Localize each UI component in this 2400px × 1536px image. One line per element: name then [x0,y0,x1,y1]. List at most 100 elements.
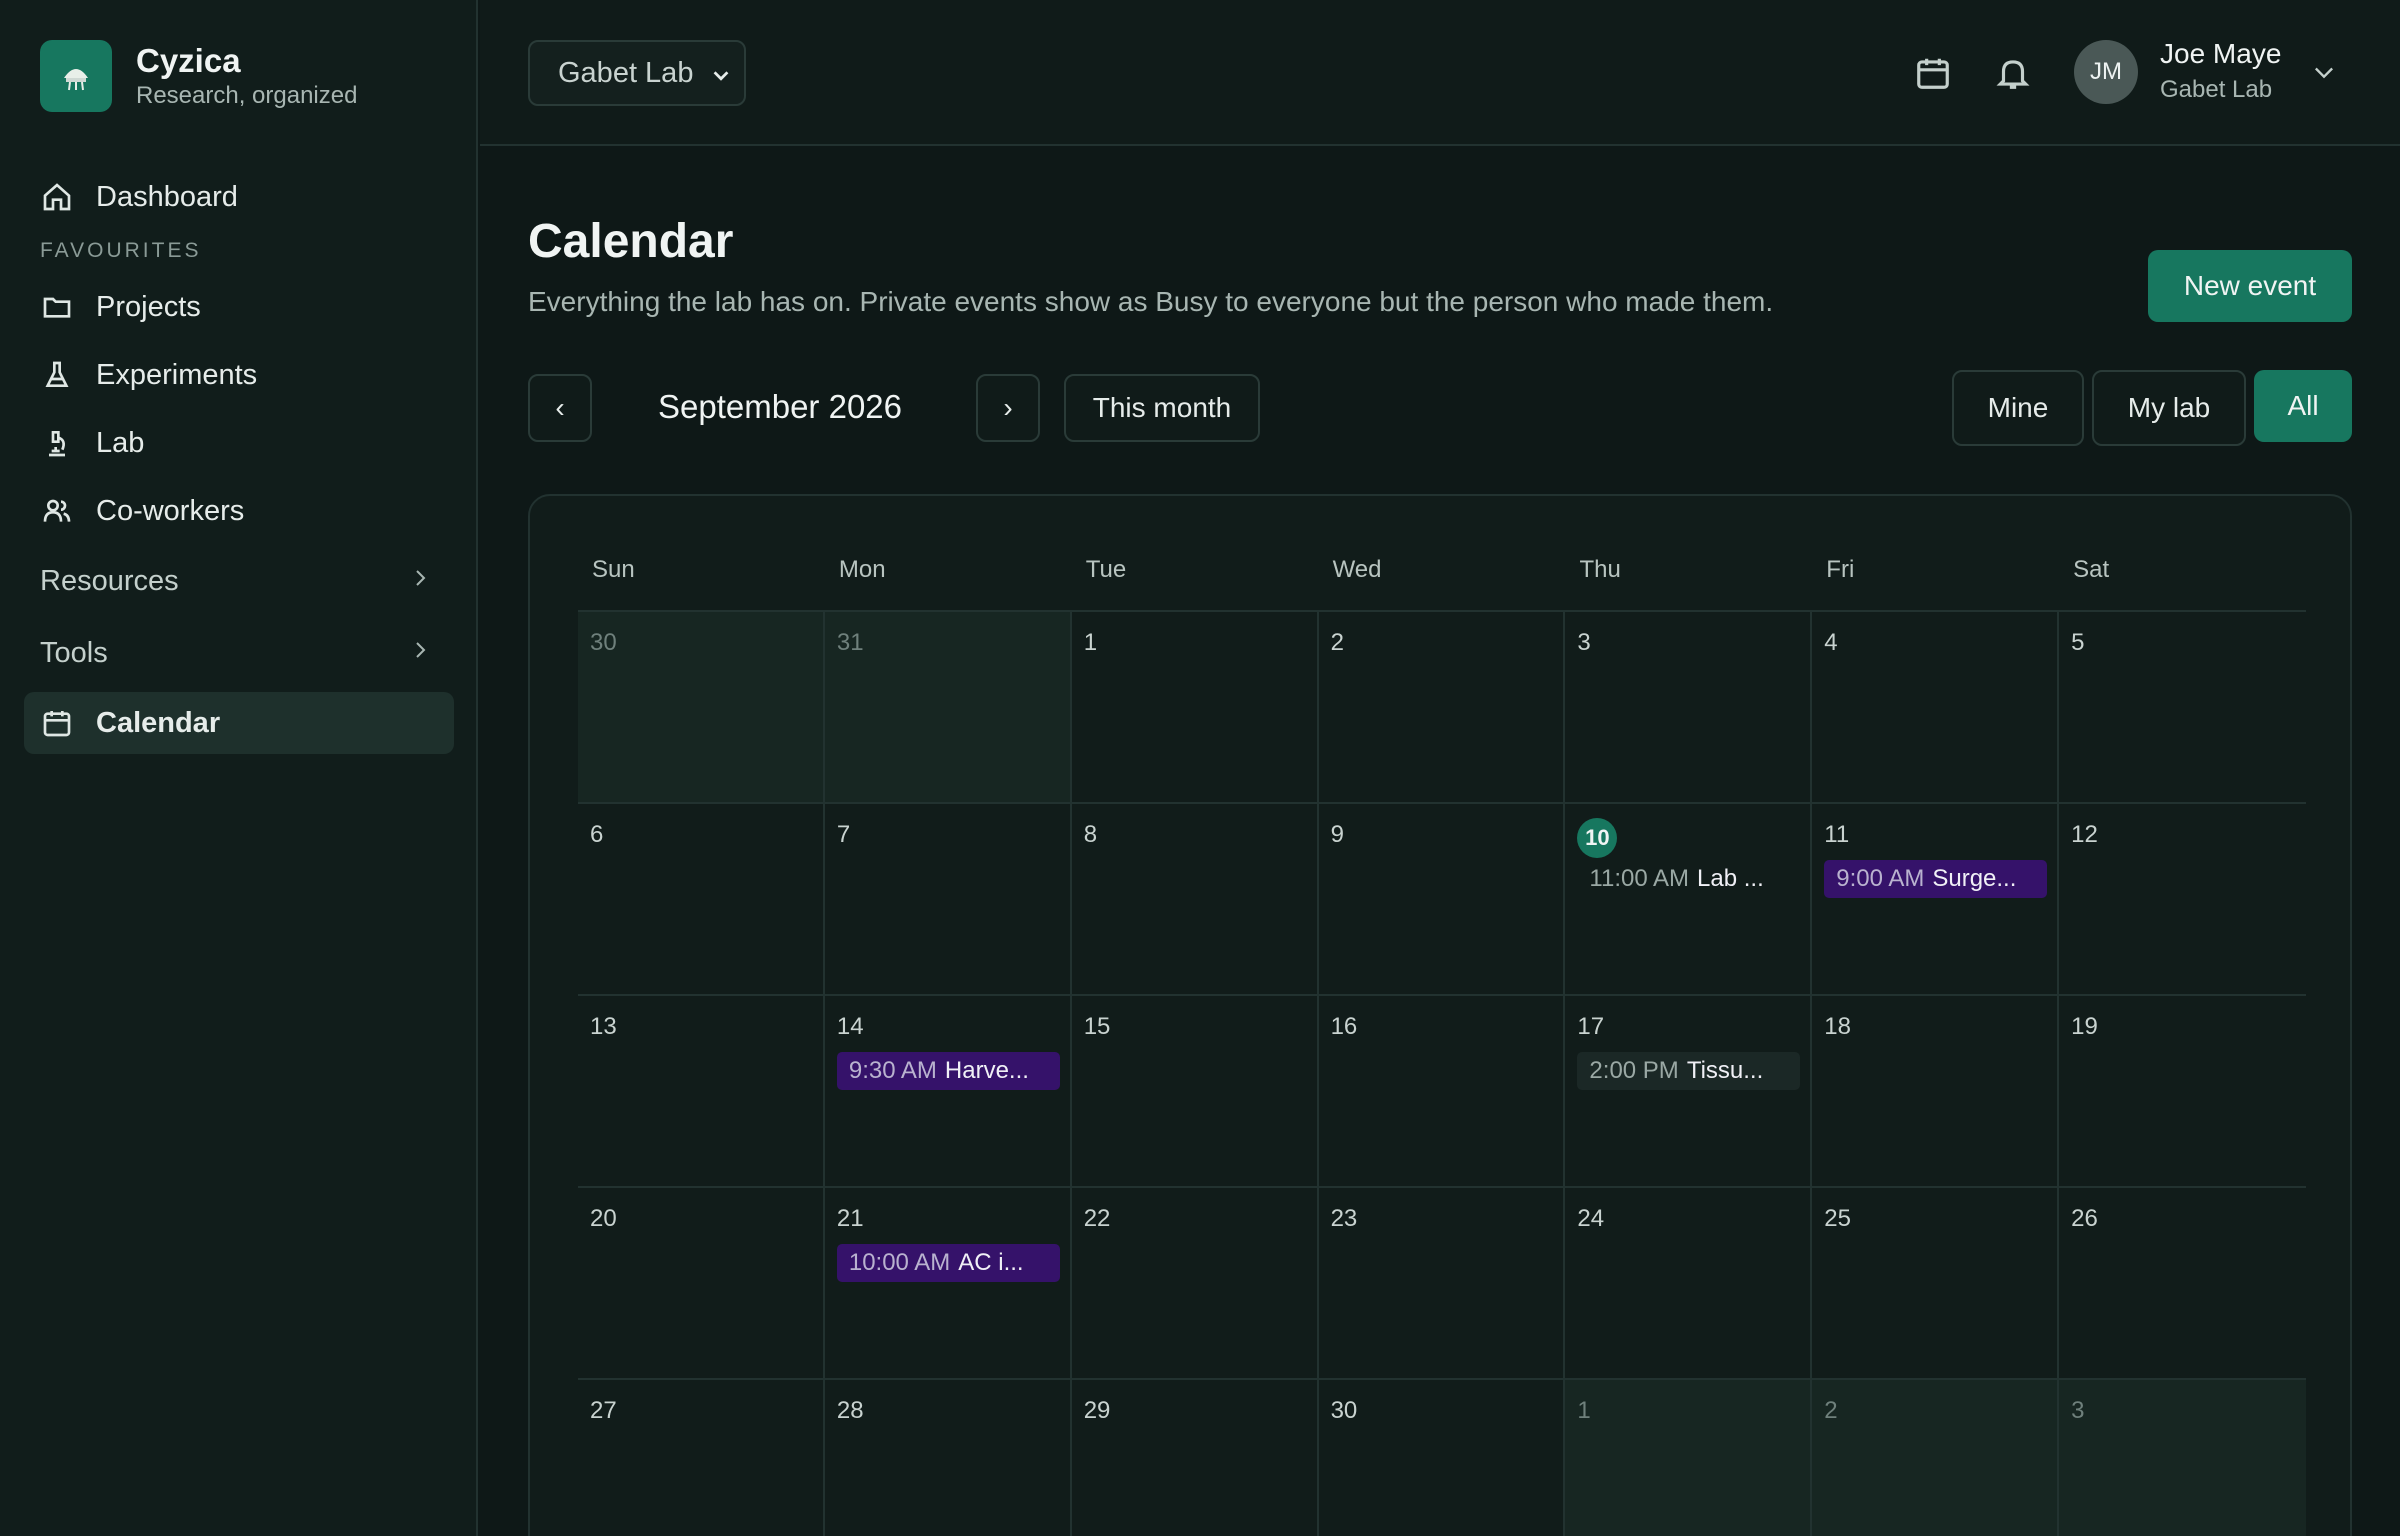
day-number: 28 [836,1397,864,1424]
day-cell[interactable]: 27 [578,1380,825,1536]
day-cell[interactable]: 4 [1812,612,2060,804]
weekday-label: Mon [838,556,886,583]
calendar-icon[interactable] [1914,54,1952,92]
weekday-label: Thu [1579,556,1621,583]
calendar-event[interactable]: 9:00 AM Surge... [1824,860,2048,898]
day-cell[interactable]: 1 [1565,1380,1813,1536]
day-cell[interactable]: 11 9:00 AM Surge... [1812,804,2060,996]
day-number: 24 [1577,1205,1605,1232]
sidebar-item-dashboard[interactable]: Dashboard [24,166,454,228]
day-number: 17 [1577,1013,1605,1040]
sidebar-item-label: Co-workers [96,494,245,527]
day-cell[interactable]: 30 [1319,1380,1566,1536]
day-cell[interactable]: 25 [1812,1188,2060,1380]
day-cell[interactable]: 15 [1071,996,1319,1188]
topbar: Gabet Lab JM Joe Maye Gabet Lab [480,0,2400,146]
day-cell[interactable]: 14 9:30 AM Harve... [824,996,1072,1188]
sidebar-nav: Dashboard FAVOURITES Projects Experiment… [24,166,454,760]
sidebar-item-experiments[interactable]: Experiments [24,344,454,406]
day-number: 27 [590,1397,617,1424]
brand[interactable]: Cyzica Research, organized [40,40,357,112]
flask-icon [40,358,74,392]
day-cell[interactable]: 23 [1318,1188,1566,1380]
day-cell[interactable]: 10 11:00 AM Lab ... [1565,804,1813,996]
day-cell[interactable]: 8 [1071,804,1319,996]
day-cell[interactable]: 3 [2059,1380,2306,1536]
page-title: Calendar [528,215,734,268]
day-cell[interactable]: 12 [2059,804,2306,996]
event-title: Surge... [1932,865,2017,892]
day-number: 19 [2071,1013,2098,1040]
day-cell[interactable]: 19 [2059,996,2306,1188]
weekday-label: Wed [1332,556,1382,583]
day-cell[interactable]: 13 [578,996,825,1188]
day-cell[interactable]: 24 [1565,1188,1813,1380]
home-icon [40,180,74,214]
folder-icon [40,290,74,324]
sidebar-item-label: Dashboard [96,180,238,213]
day-cell[interactable]: 20 [578,1188,825,1380]
day-cell[interactable]: 2 [1318,612,1566,804]
calendar-event[interactable]: 11:00 AM Lab ... [1577,860,1800,898]
sidebar-item-projects[interactable]: Projects [24,276,454,338]
day-cell[interactable]: 16 [1318,996,1566,1188]
bell-icon[interactable] [1994,54,2032,92]
calendar-event[interactable]: 10:00 AM AC i... [836,1244,1060,1282]
favourites-heading: FAVOURITES [40,239,202,262]
sidebar-group-label: Resources [40,564,179,597]
day-number: 9 [1330,821,1344,848]
day-number: 18 [1824,1013,1851,1040]
day-number: 13 [590,1013,617,1040]
day-number: 14 [836,1013,864,1040]
this-month-button[interactable]: This month [1064,374,1260,442]
filter-mine-button[interactable]: Mine [1952,370,2084,446]
avatar[interactable]: JM [2074,40,2138,104]
sidebar-item-label: Experiments [96,358,258,391]
calendar-event[interactable]: 9:30 AM Harve... [836,1052,1060,1090]
users-icon [40,494,74,528]
day-number: 1 [1083,629,1098,656]
day-cell[interactable]: 21 10:00 AM AC i... [824,1188,1072,1380]
day-number: 10 [1577,818,1800,858]
day-number: 2 [1330,629,1344,656]
weekday-header: Sun Mon Tue Wed Thu Fri Sat [578,556,2306,606]
day-cell[interactable]: 18 [1812,996,2060,1188]
new-event-button[interactable]: New event [2148,250,2352,322]
day-cell[interactable]: 5 [2059,612,2306,804]
calendar-card: Sun Mon Tue Wed Thu Fri Sat 30 31 1 2 3 4 5 6 7 8 9 10 11:… [528,494,2352,1536]
sidebar-item-calendar[interactable]: Calendar [24,692,454,754]
filter-all-button[interactable]: All [2254,370,2352,442]
filter-my-lab-button[interactable]: My lab [2092,370,2246,446]
day-cell[interactable]: 7 [824,804,1072,996]
day-cell[interactable]: 3 [1565,612,1813,804]
chevron-down-icon[interactable] [2310,58,2338,86]
day-number: 5 [2071,629,2085,656]
day-cell[interactable]: 17 2:00 PM Tissu... [1565,996,1813,1188]
weekday-label: Sun [592,556,635,583]
chevron-right-icon [408,637,432,670]
day-cell[interactable]: 26 [2059,1188,2306,1380]
next-month-button[interactable]: › [976,374,1040,442]
prev-month-button[interactable]: ‹ [528,374,592,442]
day-number: 30 [590,629,617,656]
sidebar-group-resources[interactable]: Resources [24,548,454,614]
weekday-label: Fri [1826,556,1855,583]
sidebar-item-lab[interactable]: Lab [24,412,454,474]
sidebar-item-coworkers[interactable]: Co-workers [24,480,454,542]
day-number: 31 [836,629,864,656]
day-cell[interactable]: 29 [1072,1380,1319,1536]
event-time: 11:00 AM [1589,865,1690,892]
sidebar-item-label: Calendar [96,706,221,739]
sidebar-group-tools[interactable]: Tools [24,620,454,686]
day-cell[interactable]: 31 [824,612,1072,804]
day-cell[interactable]: 2 [1812,1380,2060,1536]
day-cell[interactable]: 28 [825,1380,1072,1536]
day-cell[interactable]: 30 [578,612,825,804]
day-cell[interactable]: 1 [1071,612,1319,804]
day-cell[interactable]: 9 [1318,804,1566,996]
day-cell[interactable]: 6 [578,804,825,996]
calendar-event[interactable]: 2:00 PM Tissu... [1577,1052,1801,1090]
lab-select[interactable]: Gabet Lab [528,40,746,106]
event-title: Harve... [944,1057,1029,1084]
day-cell[interactable]: 22 [1071,1188,1319,1380]
